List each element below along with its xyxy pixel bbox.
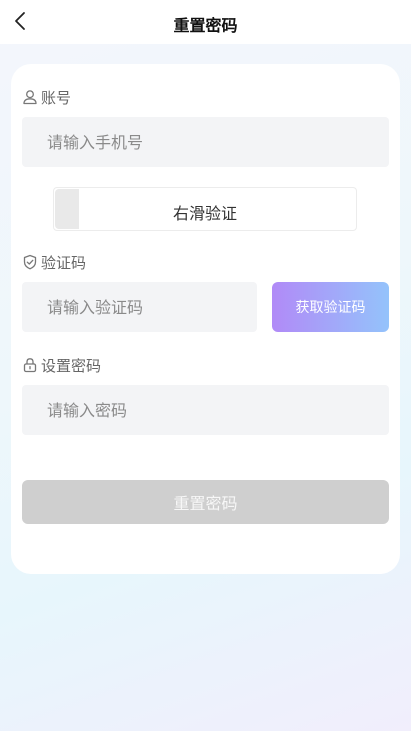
password-input[interactable] bbox=[22, 385, 389, 435]
reset-password-button[interactable]: 重置密码 bbox=[22, 480, 389, 524]
get-code-button[interactable]: 获取验证码 bbox=[272, 282, 389, 332]
slider-text: 右滑验证 bbox=[172, 204, 237, 223]
password-label: 设置密码 bbox=[41, 356, 102, 375]
nav-bar: 重置密码 bbox=[0, 0, 411, 44]
code-label: 验证码 bbox=[41, 253, 87, 272]
shield-icon bbox=[23, 254, 37, 270]
code-label-row: 验证码 bbox=[22, 252, 86, 272]
verification-code-input[interactable] bbox=[22, 282, 257, 332]
account-label: 账号 bbox=[41, 88, 72, 107]
password-label-row: 设置密码 bbox=[22, 355, 101, 375]
user-icon bbox=[23, 90, 37, 105]
account-label-row: 账号 bbox=[22, 87, 71, 107]
reset-form-card: 账号 右滑验证 验证码 获取验证码 设置密码 重置密码 bbox=[11, 64, 400, 574]
page-title: 重置密码 bbox=[173, 16, 238, 35]
slide-verify[interactable]: 右滑验证 bbox=[53, 187, 357, 231]
phone-input[interactable] bbox=[22, 117, 389, 167]
lock-icon bbox=[23, 358, 37, 373]
